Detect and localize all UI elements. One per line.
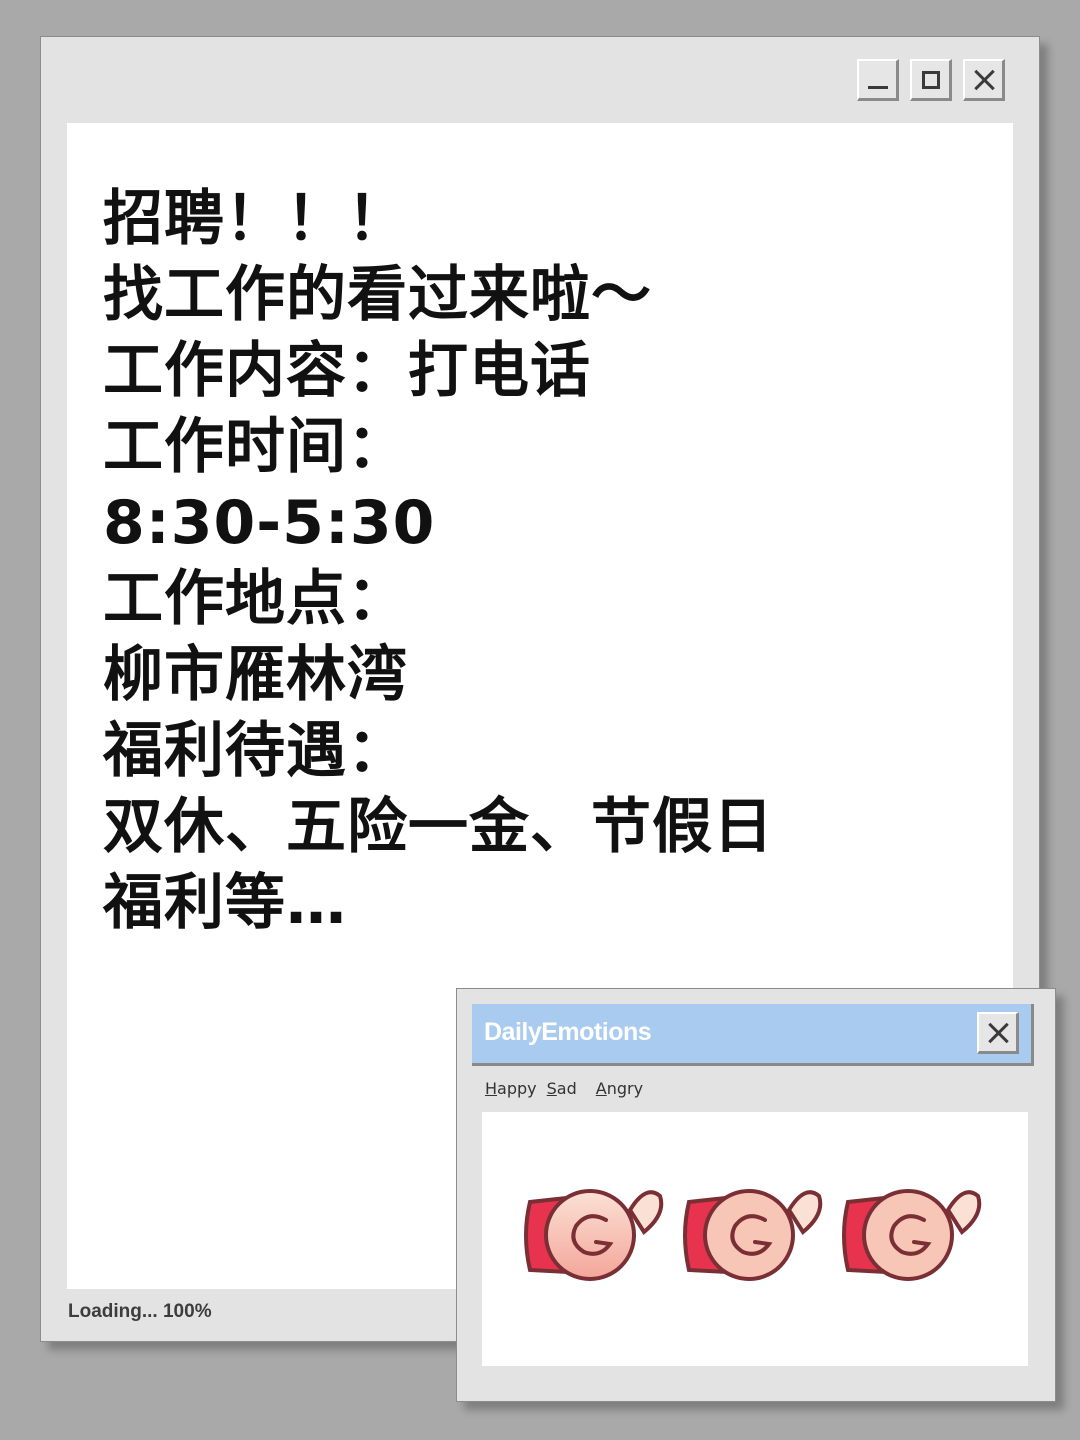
maximize-button[interactable] [910,59,952,101]
text-line: 找工作的看过来啦～ [103,260,652,330]
close-button[interactable] [963,59,1005,101]
menu-angry[interactable]: Angry [596,1079,643,1098]
popup-titlebar[interactable]: DailyEmotions [472,1004,1034,1066]
job-posting-text: 招聘！！！ 找工作的看过来啦～ 工作内容：打电话 工作时间： 8:30-5:30… [103,181,774,941]
maximize-icon [921,70,940,89]
daily-emotions-window: DailyEmotions Happy Sad Angry [456,988,1056,1402]
text-line: 工作地点： [103,564,408,634]
popup-close-button[interactable] [977,1012,1019,1054]
curled-hand-icon [842,1189,982,1281]
text-line: 福利等… [103,868,347,938]
menu-sad[interactable]: Sad [547,1079,577,1098]
popup-menu-bar: Happy Sad Angry [485,1079,653,1098]
text-line: 柳市雁林湾 [103,640,408,710]
minimize-button[interactable] [857,59,899,101]
text-line: 工作内容：打电话 [103,336,591,406]
headline: 招聘！！！ [103,184,408,254]
close-icon [987,1022,1009,1044]
text-line: 8:30-5:30 [103,488,436,558]
text-line: 双休、五险一金、节假日 [103,792,774,862]
close-icon [973,69,995,91]
loading-status: Loading... 100% [68,1301,212,1322]
curled-hand-icon [683,1189,823,1281]
emotion-canvas [482,1112,1028,1366]
curled-hand-icon [524,1189,664,1281]
menu-happy[interactable]: Happy [485,1079,537,1098]
text-line: 工作时间： [103,412,408,482]
minimize-icon [867,86,888,89]
popup-title: DailyEmotions [484,1018,652,1046]
text-line: 福利待遇： [103,716,408,786]
